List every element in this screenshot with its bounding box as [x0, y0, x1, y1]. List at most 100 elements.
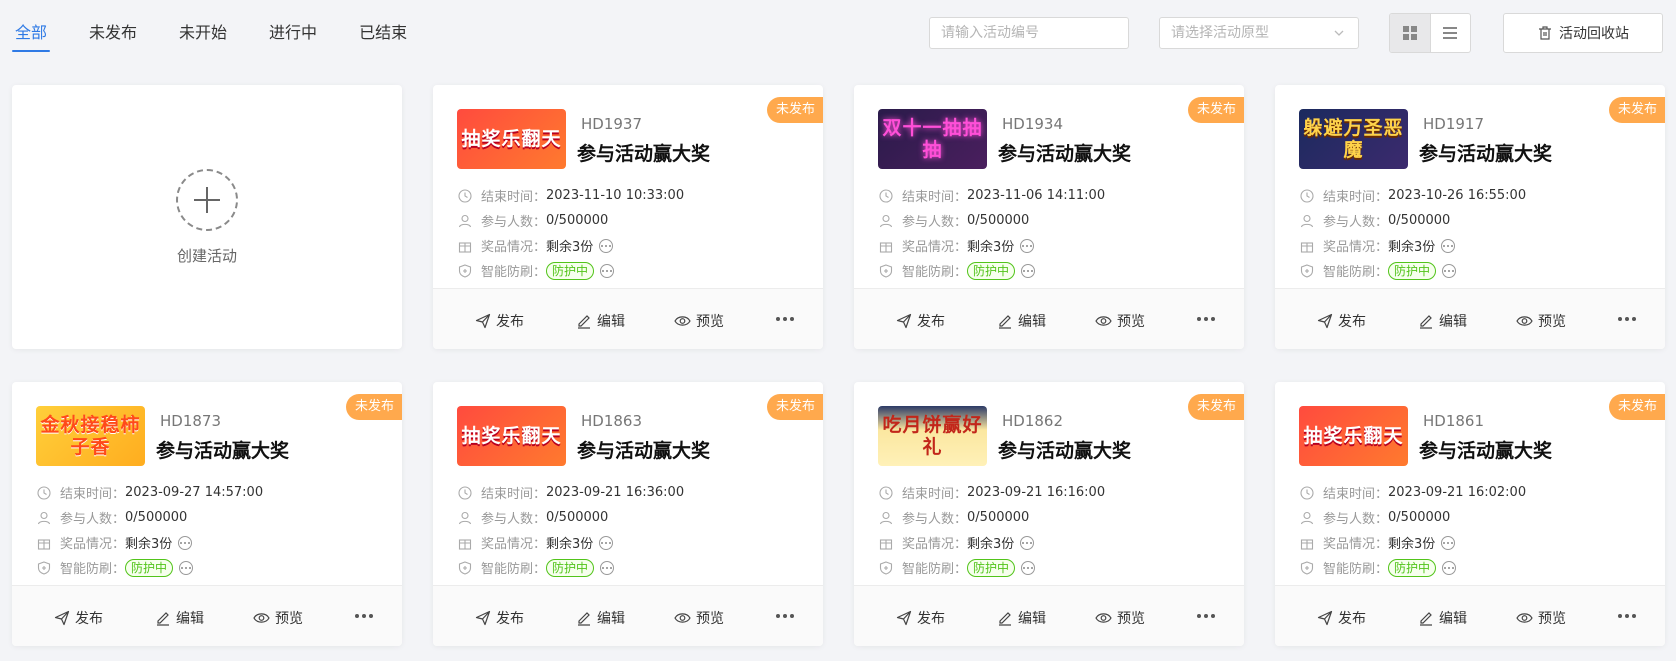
edit-label: 编辑 — [176, 611, 204, 627]
edit-button[interactable]: 编辑 — [997, 311, 1046, 331]
more-actions-button[interactable] — [1616, 317, 1637, 321]
publish-button[interactable]: 发布 — [896, 311, 945, 331]
thumbnail-text: 双十一抽抽抽 — [882, 117, 983, 161]
edit-button[interactable]: 编辑 — [997, 608, 1046, 628]
anti-fraud-more-button[interactable] — [1442, 560, 1457, 575]
edit-button[interactable]: 编辑 — [155, 608, 204, 628]
activity-code-search-input[interactable]: 请输入活动编号 — [929, 17, 1129, 49]
send-icon — [896, 313, 912, 329]
prototype-select[interactable]: 请选择活动原型 — [1159, 17, 1359, 49]
more-actions-button[interactable] — [1616, 614, 1637, 618]
prizes-row: 奖品情况： 剩余3份 — [457, 530, 684, 555]
guard-status-tag: 防护中 — [546, 261, 595, 280]
tab-unpublished[interactable]: 未发布 — [89, 0, 137, 66]
activity-title: 参与活动赢大奖 — [1419, 440, 1553, 462]
tab-not-started[interactable]: 未开始 — [179, 0, 227, 66]
publish-button[interactable]: 发布 — [475, 311, 524, 331]
edit-label: 编辑 — [1018, 611, 1046, 627]
activity-card[interactable]: 未发布 躲避万圣恶魔 HD1917 参与活动赢大奖 结束时间： 2023-10-… — [1275, 85, 1665, 349]
publish-button[interactable]: 发布 — [475, 608, 524, 628]
publish-button[interactable]: 发布 — [1317, 608, 1366, 628]
preview-button[interactable]: 预览 — [1095, 311, 1145, 331]
more-actions-button[interactable] — [353, 614, 374, 618]
preview-button[interactable]: 预览 — [1516, 608, 1566, 628]
activity-card[interactable]: 未发布 吃月饼赢好礼 HD1862 参与活动赢大奖 结束时间： 2023-09-… — [854, 382, 1244, 646]
prizes-value: 剩余3份 — [546, 240, 594, 255]
end-time-label: 结束时间： — [481, 487, 547, 502]
more-actions-button[interactable] — [774, 317, 795, 321]
tab-ended[interactable]: 已结束 — [359, 0, 407, 66]
more-actions-button[interactable] — [1195, 317, 1216, 321]
tab-in-progress[interactable]: 进行中 — [269, 0, 317, 66]
anti-fraud-more-button[interactable] — [600, 263, 615, 278]
prizes-more-button[interactable] — [1441, 535, 1456, 550]
edit-icon — [157, 612, 169, 626]
prizes-more-button[interactable] — [599, 535, 614, 550]
create-activity-card[interactable]: 创建活动 — [12, 85, 402, 349]
activity-card[interactable]: 未发布 双十一抽抽抽 HD1934 参与活动赢大奖 结束时间： 2023-11-… — [854, 85, 1244, 349]
participants-label: 参与人数： — [902, 215, 968, 230]
participants-label: 参与人数： — [1323, 512, 1389, 527]
prizes-value: 剩余3份 — [1388, 537, 1436, 552]
activity-code: HD1917 — [1423, 115, 1485, 133]
user-icon — [879, 214, 893, 227]
preview-button[interactable]: 预览 — [1095, 608, 1145, 628]
eye-icon — [674, 613, 691, 623]
activity-title: 参与活动赢大奖 — [156, 440, 290, 462]
activity-card[interactable]: 未发布 抽奖乐翻天 HD1861 参与活动赢大奖 结束时间： 2023-09-2… — [1275, 382, 1665, 646]
list-view-button[interactable] — [1430, 14, 1470, 52]
prizes-value: 剩余3份 — [1388, 240, 1436, 255]
preview-button[interactable]: 预览 — [253, 608, 303, 628]
publish-button[interactable]: 发布 — [54, 608, 103, 628]
edit-button[interactable]: 编辑 — [576, 608, 625, 628]
card-actions: 发布 编辑 预览 — [433, 288, 823, 349]
participants-label: 参与人数： — [902, 512, 968, 527]
anti-fraud-more-button[interactable] — [1021, 560, 1036, 575]
activity-card[interactable]: 未发布 抽奖乐翻天 HD1863 参与活动赢大奖 结束时间： 2023-09-2… — [433, 382, 823, 646]
send-icon — [896, 610, 912, 626]
grid-view-button[interactable] — [1390, 14, 1430, 52]
prizes-more-button[interactable] — [599, 238, 614, 253]
status-badge: 未发布 — [1187, 97, 1244, 123]
edit-button[interactable]: 编辑 — [1418, 608, 1467, 628]
send-icon — [1317, 610, 1333, 626]
card-actions: 发布 编辑 预览 — [1275, 585, 1665, 646]
anti-fraud-label: 智能防刷： — [902, 562, 968, 577]
thumbnail-text: 抽奖乐翻天 — [1303, 425, 1404, 447]
anti-fraud-more-button[interactable] — [600, 560, 615, 575]
prizes-more-button[interactable] — [1020, 238, 1035, 253]
user-icon — [458, 214, 472, 227]
publish-label: 发布 — [917, 611, 945, 627]
grid-icon — [1402, 26, 1417, 40]
recycle-bin-button[interactable]: 活动回收站 — [1503, 13, 1663, 53]
edit-button[interactable]: 编辑 — [1418, 311, 1467, 331]
anti-fraud-label: 智能防刷： — [1323, 265, 1389, 280]
publish-button[interactable]: 发布 — [1317, 311, 1366, 331]
prizes-more-button[interactable] — [178, 535, 193, 550]
anti-fraud-more-button[interactable] — [179, 560, 194, 575]
prizes-more-button[interactable] — [1441, 238, 1456, 253]
preview-button[interactable]: 预览 — [674, 608, 724, 628]
activity-card[interactable]: 未发布 金秋接稳柿子香 HD1873 参与活动赢大奖 结束时间： 2023-09… — [12, 382, 402, 646]
status-tabs: 全部 未发布 未开始 进行中 已结束 — [11, 0, 449, 66]
edit-label: 编辑 — [1018, 314, 1046, 330]
participants-row: 参与人数： 0/500000 — [457, 208, 684, 233]
more-actions-button[interactable] — [774, 614, 795, 618]
tab-all[interactable]: 全部 — [11, 0, 51, 66]
prizes-more-button[interactable] — [1020, 535, 1035, 550]
preview-button[interactable]: 预览 — [674, 311, 724, 331]
gift-icon — [458, 241, 472, 253]
gift-icon — [879, 241, 893, 253]
edit-button[interactable]: 编辑 — [576, 311, 625, 331]
activity-thumbnail: 抽奖乐翻天 — [457, 109, 566, 169]
thumbnail-text: 抽奖乐翻天 — [461, 128, 562, 150]
preview-button[interactable]: 预览 — [1516, 311, 1566, 331]
anti-fraud-more-button[interactable] — [1442, 263, 1457, 278]
plus-icon — [176, 168, 238, 231]
activity-thumbnail: 抽奖乐翻天 — [457, 406, 566, 466]
activity-card[interactable]: 未发布 抽奖乐翻天 HD1937 参与活动赢大奖 结束时间： 2023-11-1… — [433, 85, 823, 349]
anti-fraud-more-button[interactable] — [1021, 263, 1036, 278]
edit-icon — [999, 612, 1011, 626]
publish-button[interactable]: 发布 — [896, 608, 945, 628]
more-actions-button[interactable] — [1195, 614, 1216, 618]
